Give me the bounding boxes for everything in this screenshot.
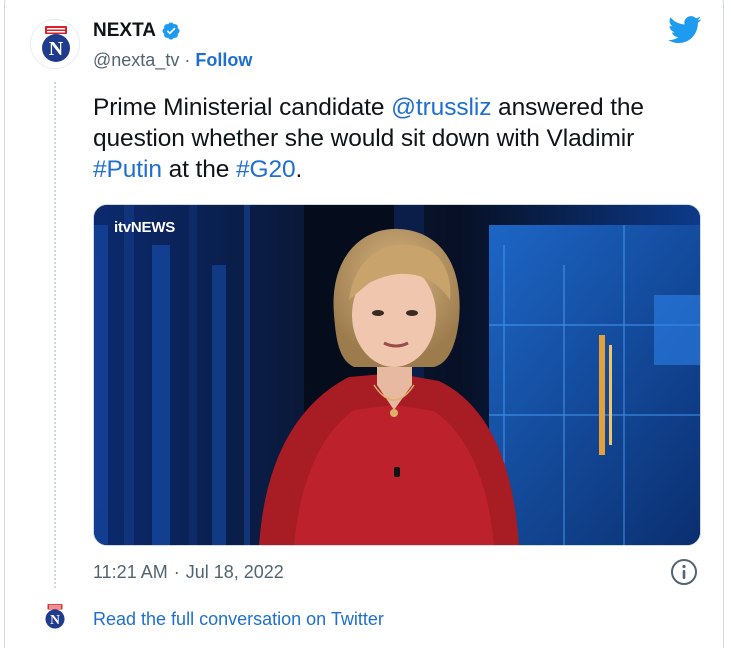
- tweet-timestamp[interactable]: 11:21 AM · Jul 18, 2022: [93, 562, 284, 583]
- svg-text:N: N: [50, 612, 60, 627]
- nexta-avatar[interactable]: N: [30, 19, 80, 69]
- author-handle[interactable]: @nexta_tv: [93, 50, 179, 71]
- read-conversation-link[interactable]: Read the full conversation on Twitter: [93, 609, 384, 630]
- tweet-date[interactable]: Jul 18, 2022: [186, 562, 284, 583]
- info-icon[interactable]: [669, 557, 699, 587]
- verified-badge-icon: [162, 22, 180, 40]
- twitter-bird-icon[interactable]: [668, 16, 702, 44]
- tweet-text-end: .: [295, 156, 303, 183]
- meta-separator: ·: [184, 50, 191, 70]
- author-name[interactable]: NEXTA: [93, 20, 181, 42]
- hashtag-putin-link[interactable]: #Putin: [93, 156, 162, 183]
- tweet-text: Prime Ministerial candidate @trussliz an…: [93, 92, 703, 185]
- timestamp-separator: ·: [173, 562, 180, 582]
- nexta-avatar-small[interactable]: N: [38, 600, 72, 634]
- author-name-text[interactable]: NEXTA: [93, 20, 156, 42]
- tweet-time[interactable]: 11:21 AM: [93, 562, 168, 583]
- thread-line: [54, 82, 56, 588]
- tweet-text-mid2: at the: [161, 156, 236, 183]
- mention-link[interactable]: @trussliz: [391, 94, 491, 121]
- svg-text:N: N: [49, 38, 64, 60]
- hashtag-g20-link[interactable]: #G20: [236, 156, 296, 183]
- video-media[interactable]: itvNEWS: [93, 204, 701, 546]
- tweet-text-prefix: Prime Ministerial candidate: [93, 94, 392, 121]
- author-meta: @nexta_tv · Follow: [93, 50, 252, 71]
- follow-button[interactable]: Follow: [195, 50, 252, 71]
- itv-news-logo: itvNEWS: [114, 219, 176, 236]
- video-frame-image: [94, 205, 700, 545]
